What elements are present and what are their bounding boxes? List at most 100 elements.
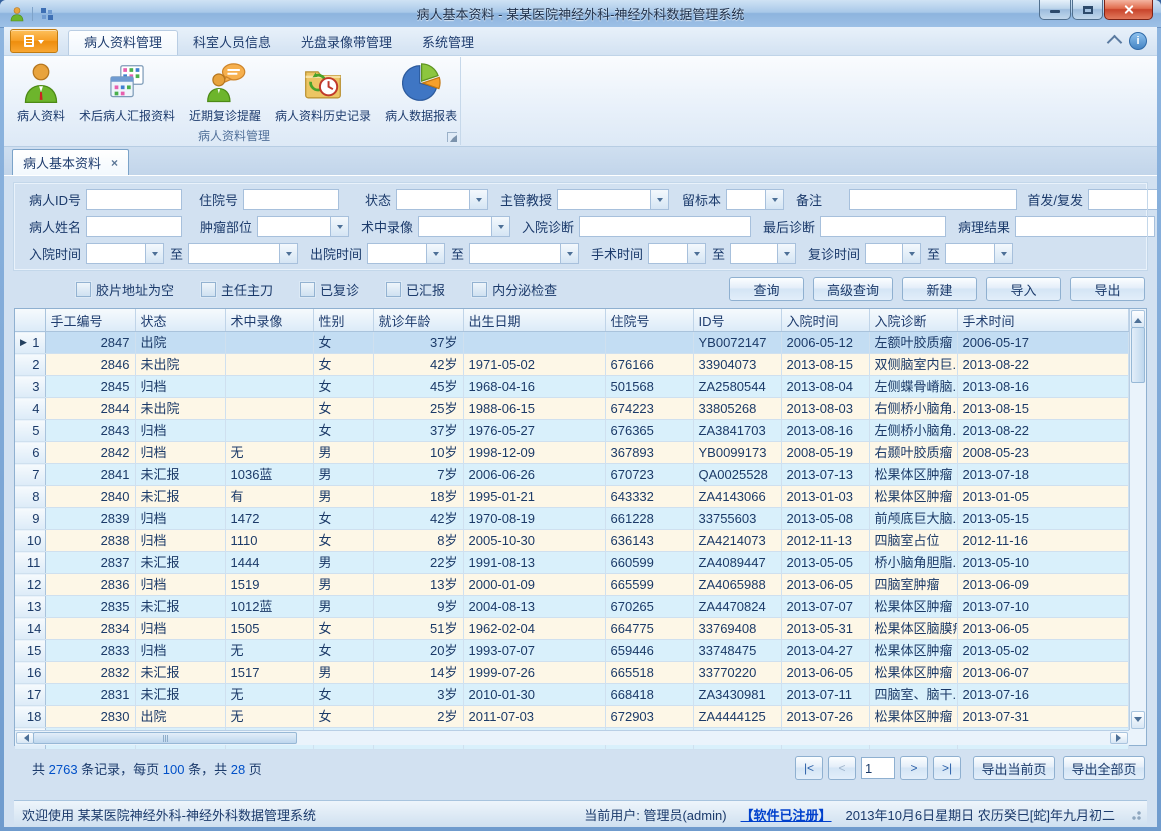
dropdown-arrow-icon[interactable]: [902, 243, 921, 264]
header-manual-no[interactable]: 手工编号: [45, 309, 135, 332]
surgery-to-combobox[interactable]: [730, 243, 796, 264]
scroll-left-icon[interactable]: [16, 732, 34, 744]
admission-from-combobox[interactable]: [86, 243, 164, 264]
registered-link[interactable]: 【软件已注册】: [741, 805, 832, 824]
surgery-from-combobox[interactable]: [648, 243, 706, 264]
export-all-pages-button[interactable]: 导出全部页: [1063, 756, 1145, 780]
final-dx-input[interactable]: [820, 216, 946, 237]
discharge-to-combobox[interactable]: [469, 243, 579, 264]
ribbon-collapse-icon[interactable]: [1107, 35, 1123, 51]
checkbox-box[interactable]: [201, 282, 216, 297]
dropdown-arrow-icon[interactable]: [469, 189, 488, 210]
next-page-button[interactable]: >: [900, 756, 928, 780]
checkbox-box[interactable]: [386, 282, 401, 297]
ribbon-action-data-reports[interactable]: 病人数据报表: [378, 60, 464, 125]
pathology-input[interactable]: [1015, 216, 1155, 237]
ribbon-tab-disc-video[interactable]: 光盘录像带管理: [286, 30, 407, 55]
intraop-video-combobox[interactable]: [418, 216, 510, 237]
table-row[interactable]: ▶13 2835 未汇报 1012蓝 男 9岁 2004-08-13 67026…: [15, 596, 1129, 618]
specimen-combobox[interactable]: [726, 189, 784, 210]
table-row[interactable]: ▶17 2831 未汇报 无 女 3岁 2010-01-30 668418 ZA…: [15, 684, 1129, 706]
table-row[interactable]: ▶2 2846 未出院 女 42岁 1971-05-02 676166 3390…: [15, 354, 1129, 376]
followup-from-combobox[interactable]: [865, 243, 921, 264]
new-button[interactable]: 新建: [902, 277, 977, 301]
table-row[interactable]: ▶1 2847 出院 女 37岁 YB0072147 2006-05-12: [15, 332, 1129, 354]
header-status[interactable]: 状态: [135, 309, 225, 332]
header-surgery-time[interactable]: 手术时间: [957, 309, 1129, 332]
minimize-button[interactable]: [1039, 0, 1071, 20]
export-current-page-button[interactable]: 导出当前页: [973, 756, 1055, 780]
professor-combobox[interactable]: [557, 189, 669, 210]
dropdown-arrow-icon[interactable]: [765, 189, 784, 210]
dropdown-arrow-icon[interactable]: [330, 216, 349, 237]
filter-checkbox[interactable]: 已汇报: [386, 280, 445, 299]
page-number-input[interactable]: [861, 757, 895, 779]
patient-id-input[interactable]: [86, 189, 182, 210]
table-row[interactable]: ▶15 2833 归档 无 女 20岁 1993-07-07 659446 33…: [15, 640, 1129, 662]
horizontal-scroll-thumb[interactable]: [33, 732, 297, 744]
header-gender[interactable]: 性别: [313, 309, 373, 332]
table-row[interactable]: ▶7 2841 未汇报 1036蓝 男 7岁 2006-06-26 670723…: [15, 464, 1129, 486]
resize-grip-icon[interactable]: [1129, 808, 1141, 820]
admission-dx-input[interactable]: [579, 216, 751, 237]
patient-name-input[interactable]: [86, 216, 182, 237]
table-row[interactable]: ▶9 2839 归档 1472 女 42岁 1970-08-19 661228 …: [15, 508, 1129, 530]
ribbon-action-followup-reminder[interactable]: 近期复诊提醒: [182, 60, 268, 125]
header-visit-age[interactable]: 就诊年龄: [373, 309, 463, 332]
dropdown-arrow-icon[interactable]: [279, 243, 298, 264]
quick-access-grid-icon[interactable]: [40, 7, 54, 21]
checkbox-box[interactable]: [76, 282, 91, 297]
table-row[interactable]: ▶4 2844 未出院 女 25岁 1988-06-15 674223 3380…: [15, 398, 1129, 420]
help-info-icon[interactable]: i: [1129, 32, 1147, 50]
discharge-from-combobox[interactable]: [367, 243, 445, 264]
app-logo-icon[interactable]: [9, 6, 25, 22]
horizontal-scrollbar[interactable]: [15, 730, 1129, 745]
header-intraop-video[interactable]: 术中录像: [225, 309, 313, 332]
dropdown-arrow-icon[interactable]: [491, 216, 510, 237]
status-combobox-field[interactable]: [396, 189, 469, 210]
dropdown-arrow-icon[interactable]: [426, 243, 445, 264]
table-row[interactable]: ▶5 2843 归档 女 37岁 1976-05-27 676365 ZA384…: [15, 420, 1129, 442]
scroll-down-icon[interactable]: [1131, 711, 1145, 729]
tab-close-icon[interactable]: ×: [111, 156, 118, 170]
table-row[interactable]: ▶18 2830 出院 无 女 2岁 2011-07-03 672903 ZA4…: [15, 706, 1129, 728]
table-row[interactable]: ▶16 2832 未汇报 1517 男 14岁 1999-07-26 66551…: [15, 662, 1129, 684]
table-row[interactable]: ▶11 2837 未汇报 1444 男 22岁 1991-08-13 66059…: [15, 552, 1129, 574]
header-admission-time[interactable]: 入院时间: [781, 309, 869, 332]
prev-page-button[interactable]: <: [828, 756, 856, 780]
query-button[interactable]: 查询: [729, 277, 804, 301]
dropdown-arrow-icon[interactable]: [145, 243, 164, 264]
ribbon-action-patient-data[interactable]: 病人资料: [10, 60, 72, 125]
table-row[interactable]: ▶3 2845 归档 女 45岁 1968-04-16 501568 ZA258…: [15, 376, 1129, 398]
vertical-scrollbar[interactable]: [1129, 309, 1146, 730]
status-combobox[interactable]: [396, 189, 488, 210]
dialog-launcher-icon[interactable]: [447, 132, 457, 142]
filter-checkbox[interactable]: 已复诊: [300, 280, 359, 299]
close-button[interactable]: [1104, 0, 1153, 20]
checkbox-box[interactable]: [472, 282, 487, 297]
dropdown-arrow-icon[interactable]: [560, 243, 579, 264]
admission-to-combobox[interactable]: [188, 243, 298, 264]
ribbon-action-history-records[interactable]: 病人资料历史记录: [268, 60, 378, 125]
filter-checkbox[interactable]: 内分泌检查: [472, 280, 557, 299]
header-admission-dx[interactable]: 入院诊断: [869, 309, 957, 332]
vertical-scroll-thumb[interactable]: [1131, 327, 1145, 383]
tumor-site-combobox[interactable]: [257, 216, 349, 237]
ribbon-tab-system[interactable]: 系统管理: [407, 30, 489, 55]
scroll-right-icon[interactable]: [1110, 732, 1128, 744]
filter-checkbox[interactable]: 主任主刀: [201, 280, 273, 299]
inpatient-no-input[interactable]: [243, 189, 339, 210]
first-page-button[interactable]: |<: [795, 756, 823, 780]
dropdown-arrow-icon[interactable]: [687, 243, 706, 264]
ribbon-tab-department-staff[interactable]: 科室人员信息: [178, 30, 286, 55]
first-recur-combobox[interactable]: [1088, 189, 1157, 210]
followup-to-combobox[interactable]: [945, 243, 1013, 264]
advanced-query-button[interactable]: 高级查询: [813, 277, 893, 301]
table-row[interactable]: ▶14 2834 归档 1505 女 51岁 1962-02-04 664775…: [15, 618, 1129, 640]
tab-patient-basic-data[interactable]: 病人基本资料 ×: [12, 149, 129, 175]
last-page-button[interactable]: >|: [933, 756, 961, 780]
table-row[interactable]: ▶8 2840 未汇报 有 男 18岁 1995-01-21 643332 ZA…: [15, 486, 1129, 508]
export-button[interactable]: 导出: [1070, 277, 1145, 301]
header-inpatient-no[interactable]: 住院号: [605, 309, 693, 332]
application-menu-button[interactable]: [10, 29, 58, 53]
